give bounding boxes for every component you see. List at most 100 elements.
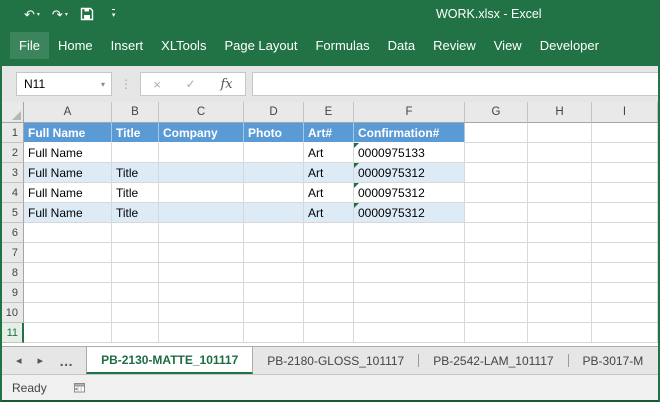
cell-I2[interactable]	[592, 143, 658, 163]
cell-I8[interactable]	[592, 263, 658, 283]
cell-A8[interactable]	[24, 263, 112, 283]
cell-D4[interactable]	[244, 183, 304, 203]
cell-C4[interactable]	[159, 183, 244, 203]
cell-H6[interactable]	[528, 223, 592, 243]
sheet-tab-pb-3017-m[interactable]: PB-3017-M	[569, 347, 658, 374]
cell-C11[interactable]	[159, 323, 244, 343]
sheet-more-button[interactable]: …	[59, 353, 74, 369]
cell-H10[interactable]	[528, 303, 592, 323]
cell-E2[interactable]: Art	[304, 143, 354, 163]
sheet-nav-left-icon[interactable]: ◂	[16, 354, 22, 367]
ribbon-tab-formulas[interactable]: Formulas	[306, 32, 378, 59]
column-header-I[interactable]: I	[592, 102, 658, 123]
cell-E10[interactable]	[304, 303, 354, 323]
insert-function-icon[interactable]: fx	[220, 77, 232, 92]
cell-E7[interactable]	[304, 243, 354, 263]
row-header-4[interactable]: 4	[2, 183, 24, 203]
cell-B1[interactable]: Title	[112, 123, 159, 143]
row-header-9[interactable]: 9	[2, 283, 24, 303]
cell-A1[interactable]: Full Name	[24, 123, 112, 143]
cell-E6[interactable]	[304, 223, 354, 243]
cell-B7[interactable]	[112, 243, 159, 263]
cell-D6[interactable]	[244, 223, 304, 243]
cell-B10[interactable]	[112, 303, 159, 323]
cell-A10[interactable]	[24, 303, 112, 323]
cell-B9[interactable]	[112, 283, 159, 303]
cell-I11[interactable]	[592, 323, 658, 343]
cell-I1[interactable]	[592, 123, 658, 143]
cell-E4[interactable]: Art	[304, 183, 354, 203]
cell-F5[interactable]: 0000975312	[354, 203, 465, 223]
cell-G10[interactable]	[465, 303, 528, 323]
column-header-B[interactable]: B	[112, 102, 159, 123]
row-header-11[interactable]: 11	[2, 323, 24, 343]
cell-C5[interactable]	[159, 203, 244, 223]
select-all-corner[interactable]	[2, 102, 24, 123]
name-box-caret-icon[interactable]: ▾	[101, 80, 111, 89]
row-header-3[interactable]: 3	[2, 163, 24, 183]
column-header-A[interactable]: A	[24, 102, 112, 123]
cell-I9[interactable]	[592, 283, 658, 303]
cell-E9[interactable]	[304, 283, 354, 303]
cell-D9[interactable]	[244, 283, 304, 303]
qat-customize-button[interactable]: ▾	[102, 8, 120, 20]
cell-H4[interactable]	[528, 183, 592, 203]
cell-E8[interactable]	[304, 263, 354, 283]
cell-G1[interactable]	[465, 123, 528, 143]
cell-H5[interactable]	[528, 203, 592, 223]
cell-D2[interactable]	[244, 143, 304, 163]
cell-F8[interactable]	[354, 263, 465, 283]
cell-C8[interactable]	[159, 263, 244, 283]
column-header-F[interactable]: F	[354, 102, 465, 123]
cell-D3[interactable]	[244, 163, 304, 183]
cell-E11[interactable]	[304, 323, 354, 343]
ribbon-tab-home[interactable]: Home	[49, 32, 102, 59]
cell-A6[interactable]	[24, 223, 112, 243]
cell-I7[interactable]	[592, 243, 658, 263]
cell-D5[interactable]	[244, 203, 304, 223]
column-header-G[interactable]: G	[465, 102, 528, 123]
cell-I4[interactable]	[592, 183, 658, 203]
sheet-nav-right-icon[interactable]: ▸	[38, 354, 44, 367]
cell-G2[interactable]	[465, 143, 528, 163]
cell-F7[interactable]	[354, 243, 465, 263]
cell-F3[interactable]: 0000975312	[354, 163, 465, 183]
cell-I3[interactable]	[592, 163, 658, 183]
sheet-tab-pb-2130-matte_101117[interactable]: PB-2130-MATTE_101117	[86, 347, 253, 374]
cell-B8[interactable]	[112, 263, 159, 283]
cell-F10[interactable]	[354, 303, 465, 323]
row-header-1[interactable]: 1	[2, 123, 24, 143]
cell-E3[interactable]: Art	[304, 163, 354, 183]
cell-H9[interactable]	[528, 283, 592, 303]
cell-F9[interactable]	[354, 283, 465, 303]
cell-G9[interactable]	[465, 283, 528, 303]
cell-B2[interactable]	[112, 143, 159, 163]
cell-G8[interactable]	[465, 263, 528, 283]
cell-H1[interactable]	[528, 123, 592, 143]
cell-C6[interactable]	[159, 223, 244, 243]
row-header-5[interactable]: 5	[2, 203, 24, 223]
cell-E1[interactable]: Art#	[304, 123, 354, 143]
cell-F2[interactable]: 0000975133	[354, 143, 465, 163]
cell-B5[interactable]: Title	[112, 203, 159, 223]
cell-D7[interactable]	[244, 243, 304, 263]
cell-F4[interactable]: 0000975312	[354, 183, 465, 203]
cell-I6[interactable]	[592, 223, 658, 243]
column-header-E[interactable]: E	[304, 102, 354, 123]
undo-button[interactable]: ↶ ▾	[20, 7, 44, 22]
save-button[interactable]	[76, 6, 98, 22]
formula-input[interactable]	[252, 72, 658, 96]
cell-D11[interactable]	[244, 323, 304, 343]
cell-D8[interactable]	[244, 263, 304, 283]
ribbon-tab-view[interactable]: View	[485, 32, 531, 59]
row-header-6[interactable]: 6	[2, 223, 24, 243]
cell-F6[interactable]	[354, 223, 465, 243]
cell-C10[interactable]	[159, 303, 244, 323]
ribbon-tab-page-layout[interactable]: Page Layout	[215, 32, 306, 59]
cell-E5[interactable]: Art	[304, 203, 354, 223]
ribbon-tab-file[interactable]: File	[10, 32, 49, 59]
ribbon-tab-data[interactable]: Data	[379, 32, 424, 59]
enter-icon[interactable]: ✓	[186, 77, 196, 91]
ribbon-tab-developer[interactable]: Developer	[531, 32, 608, 59]
macro-record-button[interactable]	[73, 381, 86, 394]
